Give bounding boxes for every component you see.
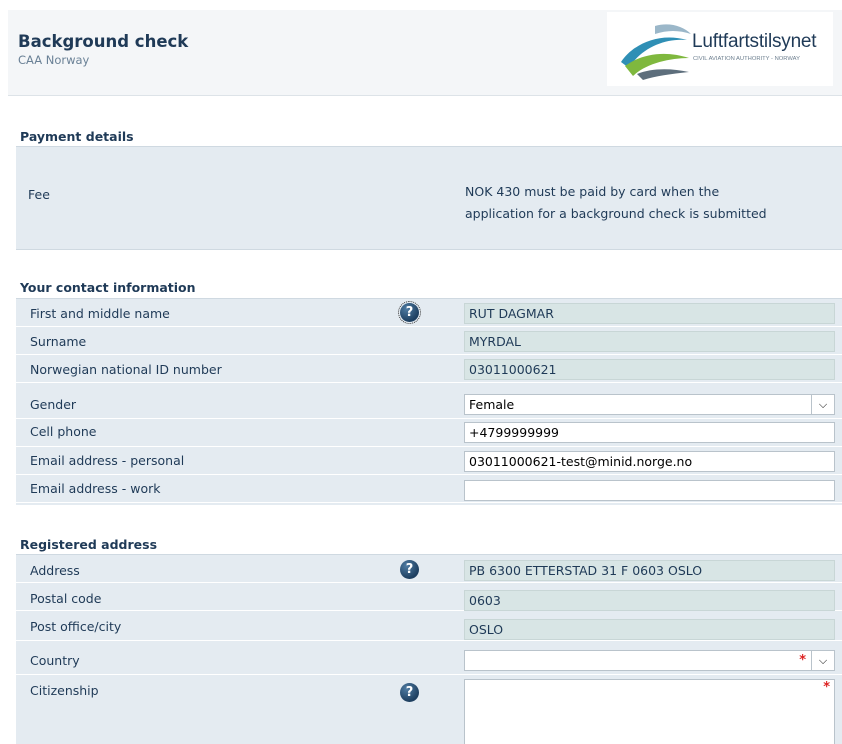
chevron-down-icon[interactable]: ⌵ (811, 651, 834, 670)
surname-label: Surname (30, 334, 87, 349)
gender-select[interactable]: Female ⌵ (464, 394, 835, 415)
email-work-input[interactable] (464, 480, 835, 501)
national-id-label: Norwegian national ID number (30, 362, 222, 377)
fee-description: NOK 430 must be paid by card when the ap… (465, 181, 767, 225)
fee-text-line2: application for a background check is su… (465, 206, 767, 221)
row-first-name: First and middle name ? RUT DAGMAR (16, 299, 842, 327)
postal-code-label: Postal code (30, 591, 102, 606)
row-citizenship: Citizenship ? * (16, 675, 842, 744)
address-form: Address ? PB 6300 ETTERSTAD 31 F 0603 OS… (16, 554, 842, 744)
surname-field: MYRDAL (464, 331, 835, 352)
row-city: Post office/city OSLO (16, 613, 842, 641)
fee-label: Fee (28, 187, 50, 202)
required-marker: * (799, 653, 806, 668)
national-id-field: 03011000621 (464, 359, 835, 380)
gender-select-value: Female (469, 397, 515, 412)
row-address: Address ? PB 6300 ETTERSTAD 31 F 0603 OS… (16, 555, 842, 583)
address-field: PB 6300 ETTERSTAD 31 F 0603 OSLO (464, 560, 835, 581)
address-label: Address (30, 563, 80, 578)
row-surname: Surname MYRDAL (16, 327, 842, 355)
logo-tagline: CIVIL AVIATION AUTHORITY - NORWAY (693, 56, 800, 62)
cell-phone-label: Cell phone (30, 424, 97, 439)
row-cell-phone: Cell phone +4799999999 (16, 419, 842, 447)
fee-panel: Fee NOK 430 must be paid by card when th… (16, 146, 842, 250)
contact-section-title: Your contact information (20, 280, 196, 295)
page-subtitle: CAA Norway (18, 53, 90, 67)
city-label: Post office/city (30, 619, 122, 634)
citizenship-input[interactable]: * (464, 679, 835, 744)
page-header: Background check CAA Norway Luftfartstil… (8, 10, 842, 96)
fee-text-line1: NOK 430 must be paid by card when the (465, 184, 720, 199)
email-personal-input[interactable]: 03011000621-test@minid.norge.no (464, 451, 835, 472)
postal-code-field: 0603 (464, 590, 835, 611)
required-marker: * (823, 680, 830, 695)
question-mark-icon[interactable]: ? (400, 560, 419, 579)
row-gender: Gender Female ⌵ (16, 391, 842, 419)
row-email-work: Email address - work (16, 475, 842, 503)
chevron-down-icon[interactable]: ⌵ (811, 395, 834, 414)
country-select[interactable]: * ⌵ (464, 650, 835, 671)
email-work-label: Email address - work (30, 481, 161, 496)
row-country: Country * ⌵ (16, 647, 842, 675)
email-personal-label: Email address - personal (30, 453, 185, 468)
row-national-id: Norwegian national ID number 03011000621 (16, 355, 842, 383)
question-mark-icon[interactable]: ? (400, 683, 419, 702)
gender-label: Gender (30, 397, 77, 412)
page-title: Background check (18, 32, 189, 51)
row-email-personal: Email address - personal 03011000621-tes… (16, 447, 842, 475)
first-name-label: First and middle name (30, 306, 170, 321)
question-mark-icon[interactable]: ? (398, 301, 421, 324)
logo: Luftfartstilsynet CIVIL AVIATION AUTHORI… (607, 12, 833, 86)
address-section-title: Registered address (20, 537, 158, 552)
first-name-field: RUT DAGMAR (464, 303, 835, 324)
city-field: OSLO (464, 619, 835, 640)
payment-section-title: Payment details (20, 129, 134, 144)
row-postal-code: Postal code 0603 (16, 583, 842, 611)
contact-form: First and middle name ? RUT DAGMAR Surna… (16, 298, 842, 505)
cell-phone-input[interactable]: +4799999999 (464, 422, 835, 443)
citizenship-label: Citizenship (30, 683, 99, 698)
country-label: Country (30, 653, 80, 668)
logo-wordmark: Luftfartstilsynet (692, 31, 817, 52)
logo-swoosh-icon (621, 24, 691, 80)
